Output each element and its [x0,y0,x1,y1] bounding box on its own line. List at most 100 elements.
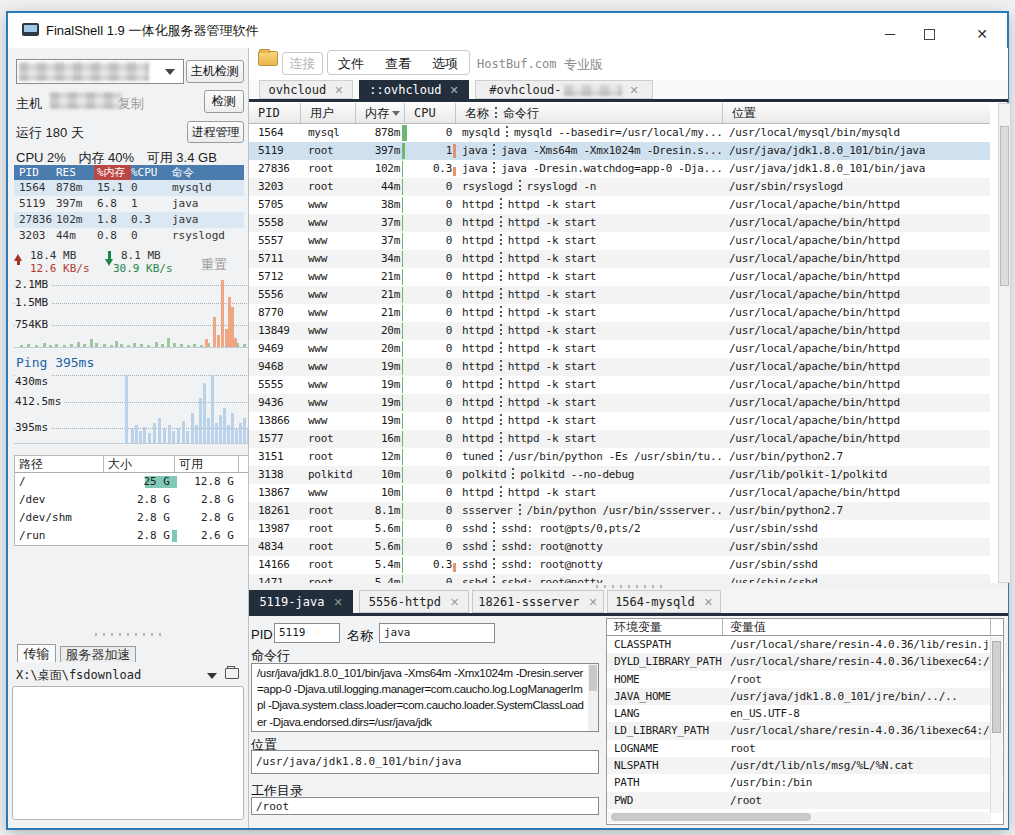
process-row[interactable]: 4834root5.6m0sshdsshd: root@notty/usr/sb… [249,538,990,556]
column-header[interactable]: 可用 [175,456,239,472]
splitter-handle[interactable] [596,585,662,588]
tab-server-acceleration[interactable]: 服务器加速 [60,646,136,662]
close-tab-icon[interactable]: ✕ [334,84,343,96]
disk-table-header[interactable]: 路径大小可用 [15,456,248,473]
process-row[interactable]: 5557www37m0httpdhttpd -k start/usr/local… [249,232,990,250]
process-row[interactable]: 1577root16m0httpdhttpd -k start/usr/loca… [249,430,990,448]
process-row[interactable]: 3138polkitd10m0polkitdpolkitd --no-debug… [249,466,990,484]
session-tab[interactable]: ovhcloud✕ [259,80,353,99]
process-row[interactable]: 5555www19m0httpdhttpd -k start/usr/local… [249,376,990,394]
check-button[interactable]: 检测 [204,90,244,113]
column-header[interactable]: 路径 [15,456,104,472]
name-field[interactable]: java [379,623,495,643]
edition-label[interactable]: 专业版 [564,56,603,74]
env-row[interactable]: DYLD_LIBRARY_PATH/usr/local/share/resin-… [607,653,1003,670]
process-row[interactable]: 5711www34m0httpdhttpd -k start/usr/local… [249,250,990,268]
hostbuf-link[interactable]: HostBuf.com [477,57,556,71]
env-row[interactable]: NLSPATH/usr/dt/lib/nls/msg/%L/%N.cat [607,757,1003,774]
env-table-header[interactable]: 环境变量 变量值 [607,619,1003,636]
process-row[interactable]: 5705www38m0httpdhttpd -k start/usr/local… [249,196,990,214]
folder-icon[interactable] [258,51,278,66]
process-row[interactable]: 5712www21m0httpdhttpd -k start/usr/local… [249,268,990,286]
process-row[interactable]: 3203root44m0rsyslogdrsyslogd -n/usr/sbin… [249,178,990,196]
cmdline-scrollbar[interactable] [588,664,598,731]
env-row[interactable]: PATH/usr/bin:/bin [607,774,1003,791]
folder-icon[interactable] [225,668,239,679]
host-check-button[interactable]: 主机检测 [186,60,244,83]
table-row[interactable]: /run2.8 G2.6 G [15,527,248,545]
column-header[interactable]: PID [14,165,56,180]
process-row[interactable]: 9436www19m0httpdhttpd -k start/usr/local… [249,394,990,412]
process-row[interactable]: 27836root102m0.3javajava -Dresin.watchdo… [249,160,990,178]
minimize-button[interactable]: ─ [877,27,903,43]
column-header[interactable]: 大小 [104,456,175,472]
table-row[interactable]: 27836102m1.80.3java [14,212,244,228]
transfer-file-panel[interactable] [12,686,244,820]
detail-tab[interactable]: 1564-mysqld✕ [607,590,721,613]
reset-button[interactable]: 重置 [201,256,227,274]
process-row[interactable]: 1564mysql878m0mysqldmysqld --basedir=/us… [249,124,990,142]
column-header[interactable]: %内存 [94,165,131,180]
column-header[interactable]: RES [56,165,94,180]
table-row[interactable]: /25 G12.8 G [15,473,248,491]
env-row[interactable]: HOME/root [607,671,1003,688]
location-field[interactable]: /usr/java/jdk1.8.0_101/bin/java [251,750,599,774]
env-row[interactable]: LOGNAMEroot [607,740,1003,757]
process-row[interactable]: 9469www20m0httpdhttpd -k start/usr/local… [249,340,990,358]
process-row[interactable]: 13866www19m0httpdhttpd -k start/usr/loca… [249,412,990,430]
workdir-field[interactable]: /root [251,797,599,815]
scrollbar-thumb[interactable] [1000,126,1009,286]
detail-tab[interactable]: 5119-java✕ [249,590,353,613]
table-row[interactable]: 320344m0.80rsyslogd [14,228,244,244]
process-row[interactable]: 13867www10m0httpdhttpd -k start/usr/loca… [249,484,990,502]
splitter-handle[interactable] [95,633,161,636]
process-row[interactable]: 14166root5.4m0.3sshdsshd: root@notty/usr… [249,556,990,574]
maximize-button[interactable] [924,29,935,40]
process-row[interactable]: 13849www20m0httpdhttpd -k start/usr/loca… [249,322,990,340]
table-row[interactable]: /dev2.8 G2.8 G [15,491,248,509]
env-horizontal-scrollbar[interactable] [608,812,991,823]
menu-view[interactable]: 查看 [385,55,411,73]
cmdline-field[interactable]: /usr/java/jdk1.8.0_101/bin/java -Xms64m … [251,663,599,732]
process-row[interactable]: 18261root8.1m0ssserver/bin/python /usr/b… [249,502,990,520]
process-row[interactable]: 5556www21m0httpdhttpd -k start/usr/local… [249,286,990,304]
vertical-scrollbar[interactable] [998,103,1011,583]
download-path[interactable]: X:\桌面\fsdownload [16,667,141,684]
sidebar-process-table-header[interactable]: PIDRES%内存%CPU命令 [14,165,244,180]
env-row[interactable]: PWD/root [607,792,1003,809]
detail-tab[interactable]: 18261-ssserver✕ [472,590,604,613]
env-vertical-scrollbar[interactable] [990,637,1002,813]
column-header[interactable]: %CPU [131,165,164,180]
host-combobox[interactable] [16,59,184,84]
table-row[interactable]: /dev/shm2.8 G2.8 G [15,509,248,527]
session-tab[interactable]: ::ovhcloud✕ [359,80,469,99]
column-header[interactable]: 命令 [164,165,194,180]
close-tab-icon[interactable]: ✕ [630,84,639,96]
process-row[interactable]: 5558www37m0httpdhttpd -k start/usr/local… [249,214,990,232]
close-tab-icon[interactable]: ✕ [450,84,459,96]
process-row[interactable]: 3151root12m0tuned/usr/bin/python -Es /us… [249,448,990,466]
menu-options[interactable]: 选项 [432,55,458,73]
connect-button[interactable]: 连接 [282,52,323,75]
env-row[interactable]: JAVA_HOME/usr/java/jdk1.8.0_101/jre/bin/… [607,688,1003,705]
chevron-down-icon[interactable] [207,673,217,684]
process-row[interactable]: 13987root5.6m0sshdsshd: root@pts/0,pts/2… [249,520,990,538]
process-manager-button[interactable]: 进程管理 [187,121,244,143]
close-button[interactable]: ✕ [969,27,995,43]
table-row[interactable]: 5119397m6.81java [14,196,244,212]
process-table-header[interactable]: PID 用户 内存 CPU 名称命令行 位置 [249,103,990,124]
env-row[interactable]: CLASSPATH/usr/local/share/resin-4.0.36/l… [607,636,1003,653]
env-row[interactable]: LD_LIBRARY_PATH/usr/local/share/resin-4.… [607,722,1003,739]
menu-file[interactable]: 文件 [338,55,364,73]
process-row[interactable]: 9468www19m0httpdhttpd -k start/usr/local… [249,358,990,376]
tab-transfer[interactable]: 传输 [17,644,56,662]
process-row[interactable]: 1471root5.4m0sshdsshd: root@notty/usr/sb… [249,574,990,583]
process-row[interactable]: 5119root397m1javajava -Xms64m -Xmx1024m … [249,142,990,160]
env-row[interactable]: LANGen_US.UTF-8 [607,705,1003,722]
detail-tab[interactable]: 5556-httpd✕ [359,590,469,613]
pid-field[interactable]: 5119 [274,623,340,643]
table-row[interactable]: 1564878m15.10mysqld [14,180,244,196]
session-tab[interactable]: #ovhcloud-✕ [475,80,653,99]
copy-button[interactable]: 复制 [118,95,144,113]
process-row[interactable]: 8770www21m0httpdhttpd -k start/usr/local… [249,304,990,322]
